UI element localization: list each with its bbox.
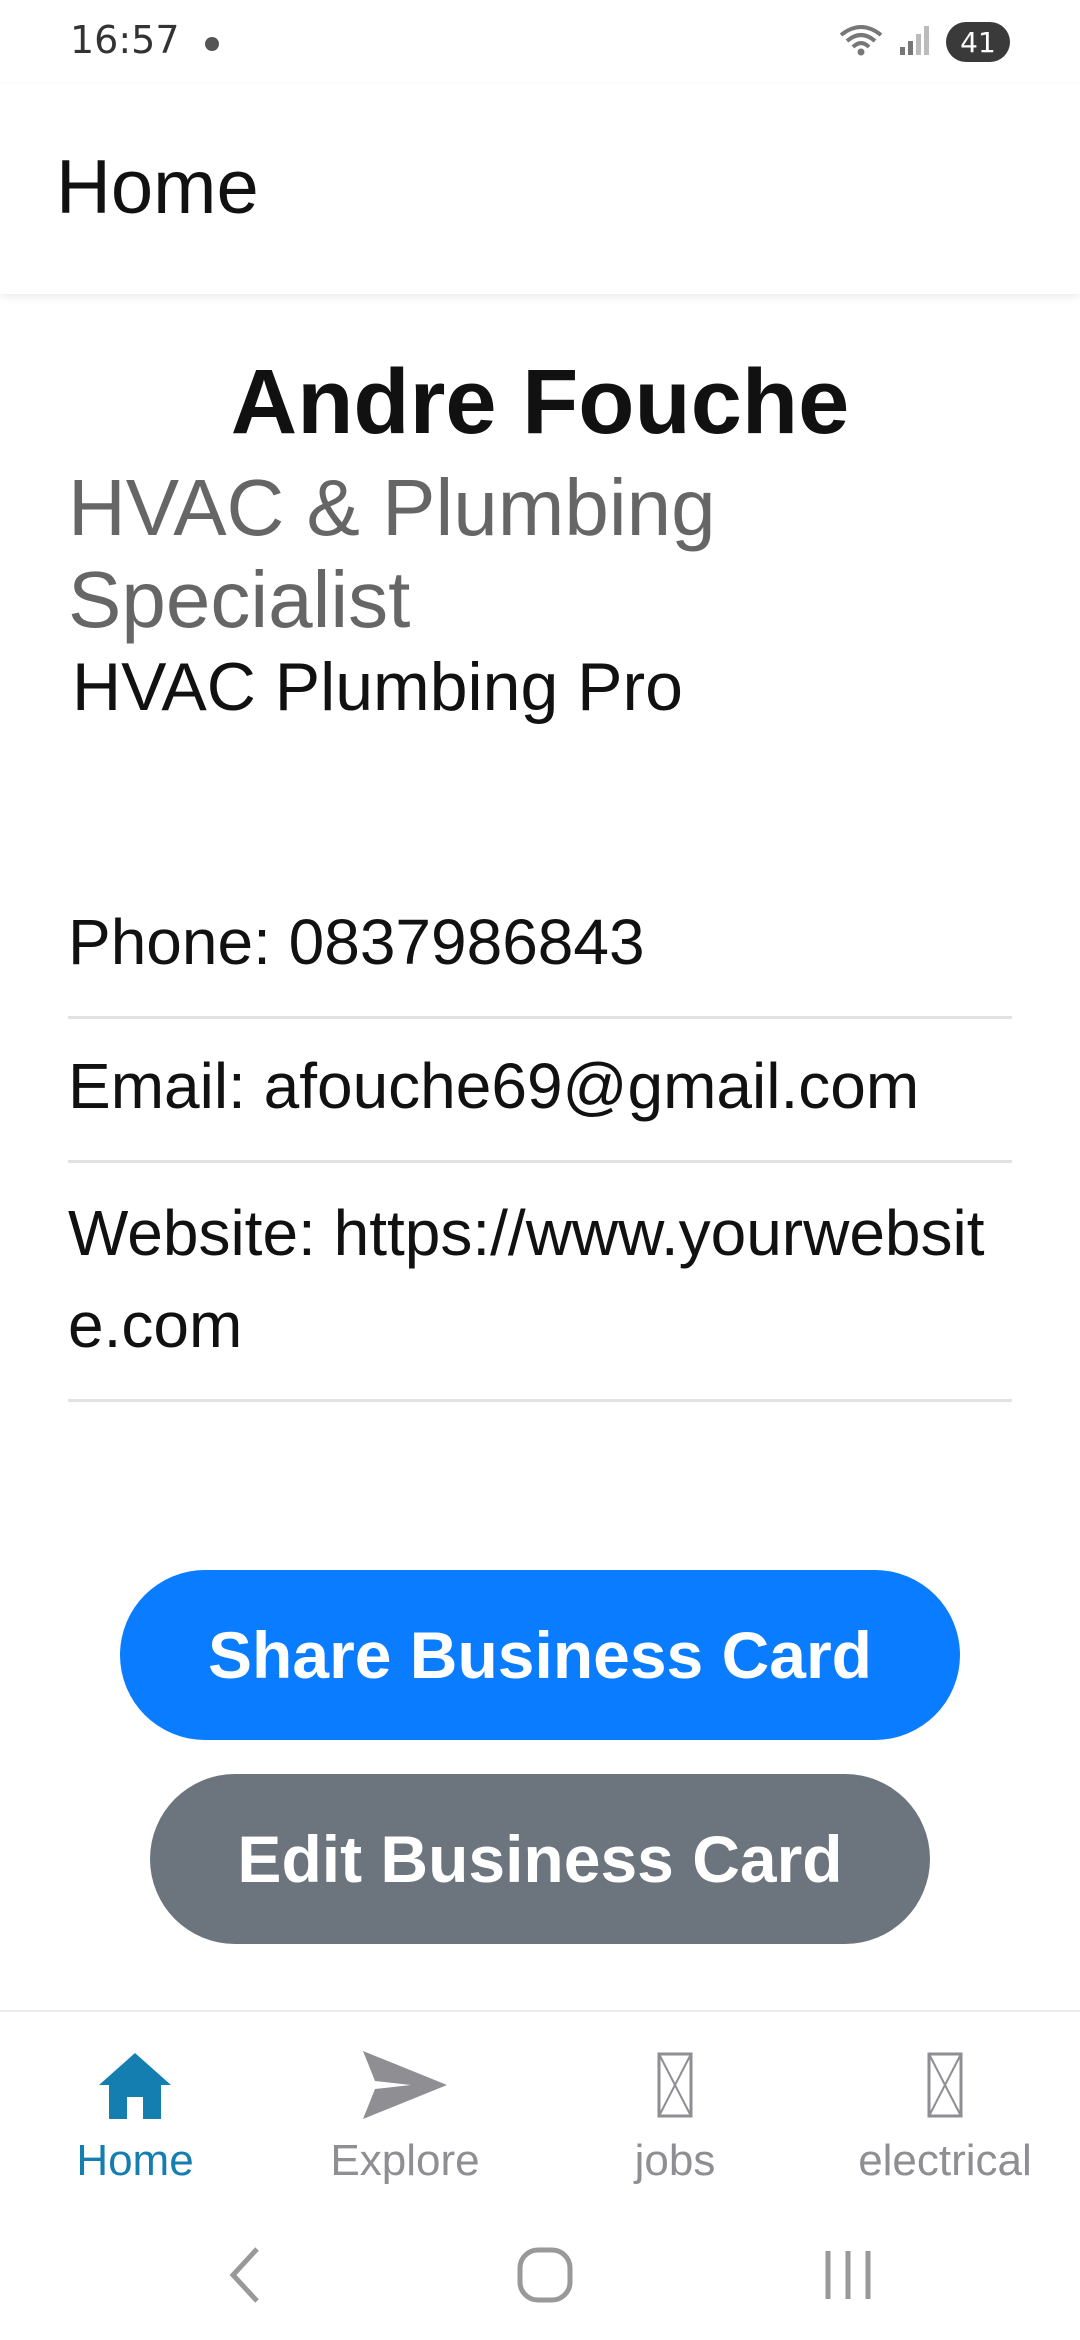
card-name: Andre Fouche	[230, 351, 850, 453]
battery-indicator: 41	[946, 22, 1010, 62]
wifi-icon	[838, 23, 884, 62]
tab-label: electrical	[858, 2136, 1032, 2185]
tab-electrical[interactable]: electrical	[810, 2012, 1080, 2212]
email-row: Email: afouche69@gmail.com	[68, 1040, 1012, 1163]
status-icons: 41	[838, 22, 1010, 62]
status-time: 16:57	[70, 18, 180, 62]
signal-icon	[898, 23, 932, 62]
card-company: HVAC Plumbing Pro	[72, 649, 683, 725]
website-text: Website: https://www.yourwebsite.com	[68, 1197, 985, 1361]
tab-jobs[interactable]: jobs	[540, 2012, 810, 2212]
tab-explore[interactable]: Explore	[270, 2012, 540, 2212]
tab-home[interactable]: Home	[0, 2012, 270, 2212]
placeholder-icon	[927, 2040, 963, 2130]
tab-label: jobs	[634, 2136, 716, 2185]
page-title: Home	[56, 145, 259, 230]
recents-icon[interactable]	[798, 2230, 898, 2320]
system-nav-bar	[0, 2210, 1080, 2340]
home-icon	[95, 2040, 175, 2130]
home-circle-icon[interactable]	[495, 2230, 595, 2320]
status-bar: 16:57 41	[0, 0, 1080, 84]
tab-label: Home	[76, 2136, 194, 2185]
send-icon	[361, 2040, 449, 2130]
back-icon[interactable]	[195, 2230, 295, 2320]
tab-label: Explore	[330, 2136, 480, 2185]
edit-business-card-button[interactable]: Edit Business Card	[150, 1774, 930, 1944]
share-business-card-button[interactable]: Share Business Card	[120, 1570, 960, 1740]
phone-row: Phone: 0837986843	[68, 896, 1012, 1019]
notification-dot-icon	[205, 37, 219, 51]
placeholder-icon	[657, 2040, 693, 2130]
bottom-tab-bar: Home Explore jobs electrical	[0, 2010, 1080, 2212]
app-header: Home	[0, 84, 1080, 294]
website-row: Website: https://www.yourwebsite.com	[68, 1187, 1012, 1402]
card-title: HVAC & Plumbing Specialist	[68, 463, 716, 644]
